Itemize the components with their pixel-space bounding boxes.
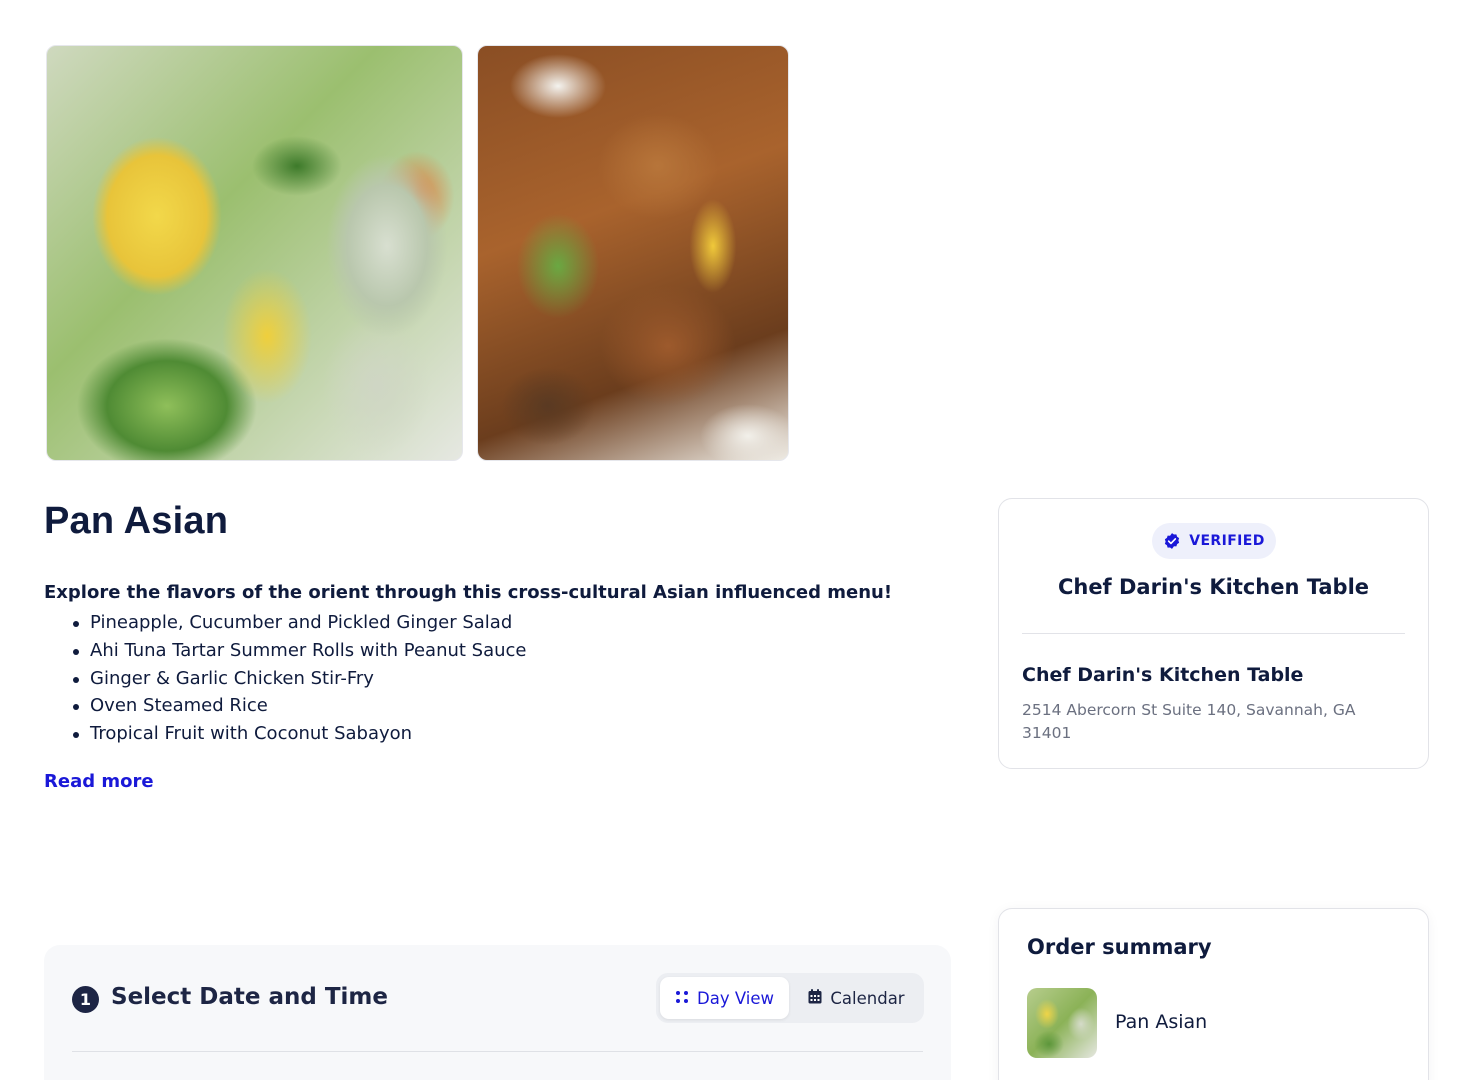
- chef-card: VERIFIED Chef Darin's Kitchen Table Chef…: [998, 498, 1429, 769]
- verified-badge: VERIFIED: [1152, 523, 1276, 559]
- order-summary-title: Order summary: [1027, 935, 1212, 959]
- read-more-link[interactable]: Read more: [44, 771, 154, 792]
- divider: [72, 1051, 923, 1052]
- verified-badge-label: VERIFIED: [1189, 533, 1265, 549]
- date-time-title: Select Date and Time: [111, 984, 388, 1010]
- menu-item: Ginger & Garlic Chicken Stir-Fry: [72, 665, 527, 693]
- grid-dots-icon: [675, 989, 689, 1008]
- chef-location-name: Chef Darin's Kitchen Table: [1022, 664, 1304, 686]
- menu-item: Ahi Tuna Tartar Summer Rolls with Peanut…: [72, 637, 527, 665]
- order-summary-card: Order summary Pan Asian: [998, 908, 1429, 1080]
- menu-photo-stir-fry[interactable]: [477, 45, 789, 461]
- calendar-button[interactable]: Calendar: [793, 977, 920, 1019]
- menu-title: Pan Asian: [44, 500, 229, 542]
- divider: [1022, 633, 1405, 634]
- day-view-button[interactable]: Day View: [660, 977, 789, 1019]
- menu-intro: Explore the flavors of the orient throug…: [44, 582, 893, 603]
- order-item-name: Pan Asian: [1115, 1011, 1208, 1033]
- view-toggle: Day View Calendar: [656, 973, 924, 1023]
- chef-address: 2514 Abercorn St Suite 140, Savannah, GA…: [1022, 701, 1356, 742]
- step-number-badge: 1: [72, 986, 99, 1013]
- menu-photo-salad-rolls[interactable]: [46, 45, 463, 461]
- menu-item: Tropical Fruit with Coconut Sabayon: [72, 720, 527, 748]
- order-item-thumbnail: [1027, 988, 1097, 1058]
- day-view-label: Day View: [697, 988, 774, 1008]
- menu-item: Pineapple, Cucumber and Pickled Ginger S…: [72, 609, 527, 637]
- menu-detail-page: Pan Asian Explore the flavors of the ori…: [0, 0, 1476, 1080]
- chef-card-title[interactable]: Chef Darin's Kitchen Table: [999, 575, 1428, 599]
- date-time-section: 1 Select Date and Time Day View Calendar: [44, 945, 951, 1080]
- verified-check-icon: [1163, 532, 1181, 550]
- menu-item: Oven Steamed Rice: [72, 692, 527, 720]
- menu-item-list: Pineapple, Cucumber and Pickled Ginger S…: [72, 609, 527, 748]
- calendar-label: Calendar: [830, 988, 905, 1008]
- calendar-icon: [808, 988, 822, 1008]
